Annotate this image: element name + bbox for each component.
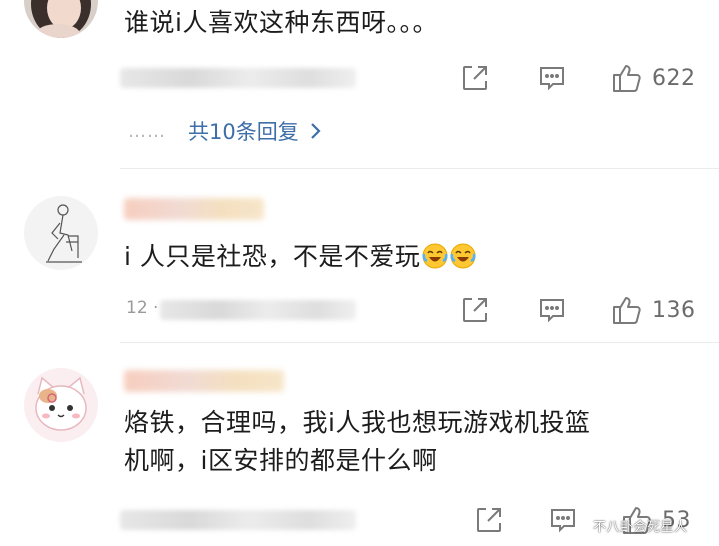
share-button[interactable]: [474, 502, 504, 538]
blurred-timestamp-location: [120, 510, 356, 530]
divider: [120, 342, 719, 343]
chevron-right-icon: [310, 123, 321, 139]
like-count: 136: [652, 297, 696, 323]
timestamp-fragment: 12 ·: [126, 298, 159, 318]
share-button[interactable]: [460, 292, 490, 328]
comment-item: i 人只是社恐，不是不爱玩 12 · 136: [0, 170, 719, 340]
share-button[interactable]: [460, 60, 490, 96]
comment-item: 谁说i人喜欢这种东西呀。。。 622 …… 共10条回复: [0, 0, 719, 160]
blurred-username: [124, 370, 284, 392]
like-count: 622: [652, 65, 696, 91]
thumbs-up-icon: [613, 65, 641, 92]
blurred-username: [124, 198, 264, 220]
watermark: 不八卦会死星人: [593, 520, 688, 535]
comment-text: 烙铁，合理吗，我i人我也想玩游戏机投篮 机啊，i区安排的都是什么啊: [124, 408, 591, 475]
comment-icon: [540, 299, 564, 323]
replies-dots: ……: [128, 120, 166, 142]
divider: [120, 168, 719, 169]
laughing-crying-emoji: [422, 243, 448, 269]
comment-meta: 622: [120, 60, 710, 96]
like-button[interactable]: 136: [610, 292, 696, 328]
avatar[interactable]: [24, 368, 98, 442]
like-button[interactable]: 622: [610, 60, 696, 96]
comment-button[interactable]: [537, 60, 567, 96]
comment-button[interactable]: [537, 292, 567, 328]
comment-text: i 人只是社恐，不是不爱玩: [124, 238, 476, 276]
laughing-crying-emoji: [450, 243, 476, 269]
avatar[interactable]: [24, 0, 98, 38]
replies-count-label: 共10条回复: [188, 120, 299, 144]
share-icon: [463, 298, 487, 322]
share-icon: [477, 508, 501, 532]
view-replies-link[interactable]: …… 共10条回复: [128, 114, 321, 148]
comment-icon: [540, 67, 564, 91]
comment-text: 谁说i人喜欢这种东西呀。。。: [124, 8, 438, 37]
comment-meta: 12 · 136: [120, 292, 710, 328]
avatar[interactable]: [24, 196, 98, 270]
blurred-timestamp-location: [160, 300, 356, 320]
comment-icon: [551, 509, 575, 533]
comment-button[interactable]: [548, 502, 578, 538]
blurred-timestamp-location: [120, 68, 356, 88]
thumbs-up-icon: [613, 297, 641, 324]
share-icon: [463, 66, 487, 90]
